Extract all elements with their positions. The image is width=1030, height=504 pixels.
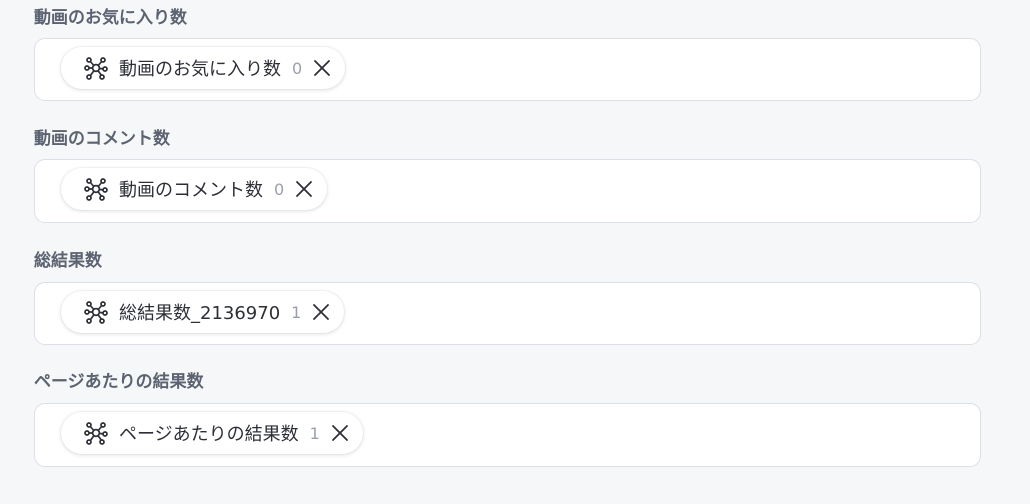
variable-input[interactable]: ページあたりの結果数 1 <box>34 403 981 467</box>
chip-label: ページあたりの結果数 <box>119 424 299 445</box>
variable-input[interactable]: 動画のコメント数 0 <box>34 159 981 223</box>
variable-chip[interactable]: 総結果数_2136970 1 <box>61 291 345 333</box>
field-label: 動画のお気に入り数 <box>34 8 187 28</box>
field-label: ページあたりの結果数 <box>34 372 204 392</box>
close-icon[interactable] <box>311 302 331 322</box>
variable-chip[interactable]: 動画のお気に入り数 0 <box>61 47 346 89</box>
field-results-per-page: ページあたりの結果数 ページあたりの結果数 1 <box>34 372 981 467</box>
variables-form: 動画のお気に入り数 動画のお気に入り数 0 動画のコメント数 動画のコメント数 … <box>0 0 1030 504</box>
field-video-favorites: 動画のお気に入り数 動画のお気に入り数 0 <box>34 8 981 101</box>
chip-label: 動画のコメント数 <box>119 180 263 201</box>
chip-label: 総結果数_2136970 <box>119 303 281 324</box>
chip-count: 0 <box>292 58 303 78</box>
field-label: 総結果数 <box>34 251 102 271</box>
chip-count: 1 <box>291 302 302 322</box>
chip-count: 1 <box>309 423 320 443</box>
close-icon[interactable] <box>294 179 314 199</box>
chip-label: 動画のお気に入り数 <box>119 59 281 80</box>
variable-input[interactable]: 動画のお気に入り数 0 <box>34 38 981 101</box>
close-icon[interactable] <box>312 58 332 78</box>
variable-node-icon <box>83 55 109 81</box>
variable-input[interactable]: 総結果数_2136970 1 <box>34 282 981 345</box>
variable-chip[interactable]: ページあたりの結果数 1 <box>61 412 363 454</box>
field-total-results: 総結果数 総結果数_2136970 1 <box>34 251 981 345</box>
variable-chip[interactable]: 動画のコメント数 0 <box>61 168 328 210</box>
variable-node-icon <box>83 299 109 325</box>
close-icon[interactable] <box>330 423 350 443</box>
variable-node-icon <box>83 420 109 446</box>
field-label: 動画のコメント数 <box>34 129 170 149</box>
variable-node-icon <box>83 176 109 202</box>
chip-count: 0 <box>274 179 285 199</box>
field-video-comments: 動画のコメント数 動画のコメント数 0 <box>34 129 981 223</box>
